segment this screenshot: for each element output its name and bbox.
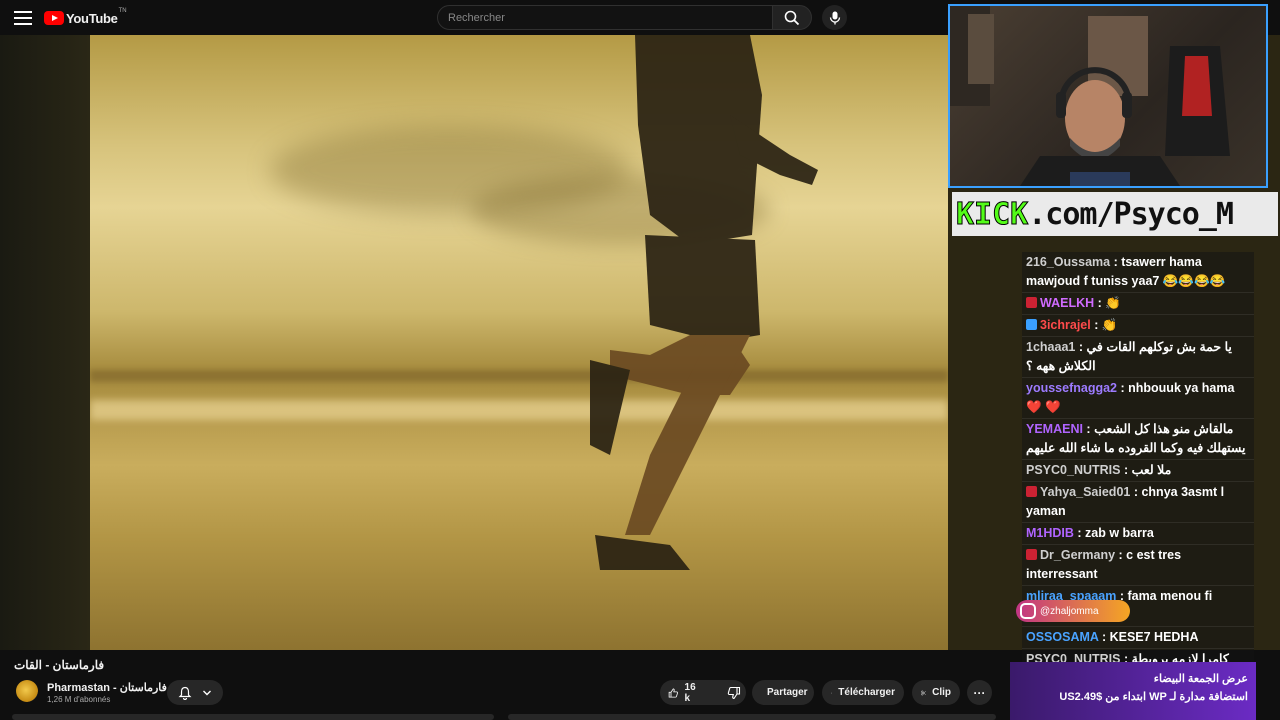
video-frame[interactable] [90, 35, 948, 650]
chat-message: OSSOSAMA : KESE7 HEDHA [1022, 627, 1254, 649]
streamer-figure [950, 6, 1230, 186]
chat-separator: : [1075, 340, 1087, 354]
search-button[interactable] [772, 5, 812, 30]
more-actions-button[interactable]: ··· [967, 680, 992, 705]
dislike-button[interactable] [719, 680, 749, 705]
chat-message: 216_Oussama : tsawerr hama mawjoud f tun… [1022, 252, 1254, 293]
promo-banner: عرض الجمعة البيضاء استضافة مدارة لـ WP ا… [1008, 662, 1256, 720]
logo-text: YouTube [66, 10, 118, 26]
share-label: Partager [767, 687, 808, 698]
chat-username: OSSOSAMA [1026, 630, 1099, 644]
chevron-down-icon [203, 690, 211, 695]
like-dislike-group: 16 k [660, 680, 746, 705]
search-input[interactable] [438, 6, 772, 29]
chat-username: WAELKH [1040, 296, 1095, 310]
chat-username: PSYC0_NUTRIS [1026, 463, 1121, 477]
video-title: فارماستان - القات [14, 658, 105, 672]
like-count: 16 k [684, 681, 696, 704]
search-icon [784, 10, 800, 25]
clip-label: Clip [932, 687, 951, 698]
channel-name[interactable]: Pharmastan - فارماستان [47, 682, 167, 694]
chat-separator: : [1082, 422, 1095, 436]
chat-badge-icon [1026, 297, 1037, 308]
chat-text: 👏 [1101, 318, 1118, 332]
voice-search-button[interactable] [822, 5, 847, 30]
chat-text: zab w barra [1085, 526, 1154, 540]
chat-username: Yahya_Saied01 [1040, 485, 1131, 499]
kick-url: .com/Psyco_M [1028, 196, 1234, 232]
masthead: YouTube TN [0, 0, 950, 35]
kick-brand: KICK [955, 196, 1029, 232]
chat-message: 1chaaa1 : يا حمة بش توكلهم القات في الكل… [1022, 337, 1254, 378]
chat-text: KESE7 HEDHA [1109, 630, 1199, 644]
instagram-handle: @zhaljomma [1040, 605, 1099, 617]
streamer-webcam [948, 4, 1268, 188]
recommendation-edge [508, 714, 996, 720]
chat-message: YEMAENI : مالقاش منو هذا كل الشعب يستهلك… [1022, 419, 1254, 460]
youtube-watch-page: YouTube TN Rechercher KICK .com/Psyco_M … [0, 0, 1280, 720]
chat-separator: : [1130, 485, 1142, 499]
chat-message: M1HDIB : zab w barra [1022, 523, 1254, 545]
chat-message: 3ichrajel : 👏 [1022, 315, 1254, 337]
clip-button[interactable]: Clip [912, 680, 960, 705]
download-label: Télécharger [838, 687, 895, 698]
instagram-overlay: @zhaljomma [1016, 600, 1130, 622]
chat-separator: : [1110, 255, 1122, 269]
chat-message: PSYC0_NUTRIS : ملا لعب [1022, 460, 1254, 482]
chat-separator: : [1098, 630, 1110, 644]
video-info: فارماستان - القات Pharmastan - فارماستان… [0, 650, 1010, 720]
bell-icon [178, 686, 192, 700]
chat-separator: : [1120, 463, 1132, 477]
scissors-icon [921, 690, 926, 695]
subscriber-count: 1,26 M d'abonnés [47, 695, 111, 704]
chat-badge-icon [1026, 319, 1037, 330]
description-box-edge [12, 714, 494, 720]
more-icon: ··· [973, 685, 986, 700]
search-box [437, 5, 773, 30]
chat-separator: : [1115, 548, 1127, 562]
chat-username: 3ichrajel [1040, 318, 1091, 332]
chat-username: 216_Oussama [1026, 255, 1111, 269]
chat-message: WAELKH : 👏 [1022, 293, 1254, 315]
chat-username: youssefnagga2 [1026, 381, 1118, 395]
kick-channel-banner: KICK .com/Psyco_M [952, 192, 1278, 236]
chat-username: Dr_Germany [1040, 548, 1116, 562]
download-button[interactable]: Télécharger [822, 680, 904, 705]
share-button[interactable]: Partager [752, 680, 814, 705]
download-icon [831, 691, 833, 694]
youtube-play-icon [44, 11, 64, 25]
thumbs-up-icon [668, 687, 678, 698]
chat-message: Yahya_Saied01 : chnya 3asmt l yaman [1022, 482, 1254, 523]
chat-separator: : [1094, 296, 1106, 310]
chat-separator: : [1090, 318, 1102, 332]
like-button[interactable]: 16 k [660, 680, 707, 705]
chat-username: M1HDIB [1026, 526, 1074, 540]
chat-username: YEMAENI [1026, 422, 1083, 436]
logo-region: TN [118, 8, 127, 14]
live-chat-overlay: 216_Oussama : tsawerr hama mawjoud f tun… [1022, 252, 1254, 720]
chat-text: ملا لعب [1131, 463, 1172, 477]
chat-badge-icon [1026, 549, 1037, 560]
mic-icon [829, 11, 840, 24]
thumbs-down-icon [727, 686, 741, 699]
instagram-icon [1020, 603, 1036, 619]
chat-text: 👏 [1105, 296, 1121, 310]
channel-name-row[interactable]: Pharmastan - فارماستان [47, 681, 180, 694]
chat-separator: : [1117, 381, 1129, 395]
promo-line-1: عرض الجمعة البيضاء [1153, 673, 1248, 685]
youtube-logo[interactable]: YouTube TN [44, 8, 127, 27]
video-side-left [0, 35, 90, 650]
notifications-button[interactable] [167, 680, 223, 705]
runner-figure [590, 35, 818, 570]
channel-avatar[interactable] [16, 680, 38, 702]
promo-line-2: استضافة مدارة لـ WP ابتداء من US2.49$ [1059, 691, 1248, 703]
chat-message: Dr_Germany : c est tres interressant [1022, 545, 1254, 586]
chat-message: youssefnagga2 : nhbouuk ya hama ❤️ ❤️ [1022, 378, 1254, 419]
chat-username: 1chaaa1 [1026, 340, 1076, 354]
chat-badge-icon [1026, 486, 1037, 497]
chat-separator: : [1073, 526, 1086, 540]
menu-icon[interactable] [12, 7, 34, 29]
